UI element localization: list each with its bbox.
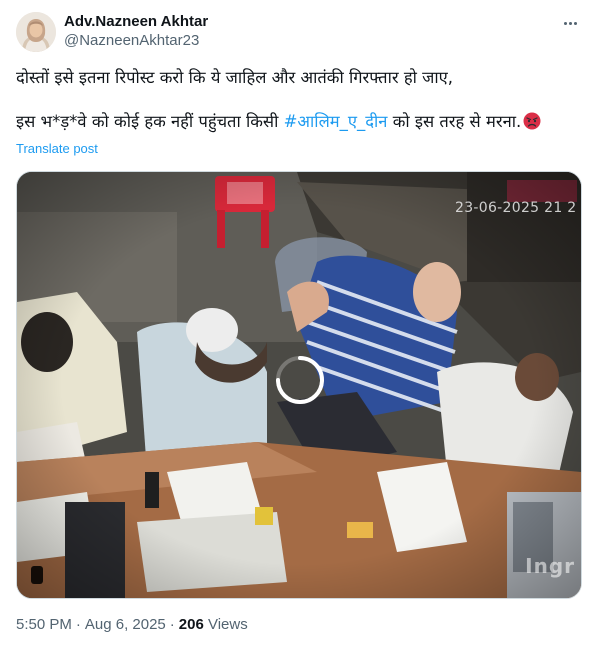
video-pause-icon[interactable] bbox=[31, 566, 43, 584]
tweet: Adv.Nazneen Akhtar @NazneenAkhtar23 दोस्… bbox=[0, 0, 598, 647]
tweet-date[interactable]: Aug 6, 2025 bbox=[85, 616, 166, 633]
author-names: Adv.Nazneen Akhtar @NazneenAkhtar23 bbox=[64, 13, 208, 51]
meta-separator: · bbox=[75, 616, 81, 633]
hashtag-link[interactable]: #आलिम_ए_दीन bbox=[284, 112, 388, 131]
meta-separator: · bbox=[169, 616, 175, 633]
tweet-meta: 5:50 PM · Aug 6, 2025 · 206 Views bbox=[16, 615, 248, 635]
video-timestamp-overlay: 23-06-2025 21 2 bbox=[455, 200, 577, 216]
tweet-text-line-2-end: को इस तरह से मरना. bbox=[387, 112, 522, 131]
views-count[interactable]: 206 bbox=[179, 616, 204, 633]
video-watermark: Ingr bbox=[525, 554, 575, 578]
tweet-text-line-2-start: इस भ*ड़*वे को कोई हक नहीं पहुंचता किसी bbox=[16, 112, 284, 131]
tweet-header: Adv.Nazneen Akhtar @NazneenAkhtar23 bbox=[16, 11, 582, 55]
avatar[interactable] bbox=[16, 12, 56, 52]
views-label: Views bbox=[207, 616, 248, 633]
more-options-icon[interactable] bbox=[558, 11, 582, 35]
translate-post-link[interactable]: Translate post bbox=[16, 140, 98, 158]
author-display-name[interactable]: Adv.Nazneen Akhtar bbox=[64, 13, 208, 31]
tweet-text-line-2: इस भ*ड़*वे को कोई हक नहीं पहुंचता किसी #… bbox=[16, 111, 582, 133]
video-player[interactable]: 23-06-2025 21 2 Ingr bbox=[16, 171, 582, 599]
author-handle[interactable]: @NazneenAkhtar23 bbox=[64, 31, 208, 51]
tweet-text: दोस्तों इसे इतना रिपोस्ट करो कि ये जाहिल… bbox=[16, 67, 582, 133]
loading-spinner-icon bbox=[276, 356, 324, 404]
tweet-time[interactable]: 5:50 PM bbox=[16, 616, 72, 633]
tweet-text-line-1: दोस्तों इसे इतना रिपोस्ट करो कि ये जाहिल… bbox=[16, 68, 454, 87]
angry-face-emoji-icon bbox=[523, 112, 541, 130]
